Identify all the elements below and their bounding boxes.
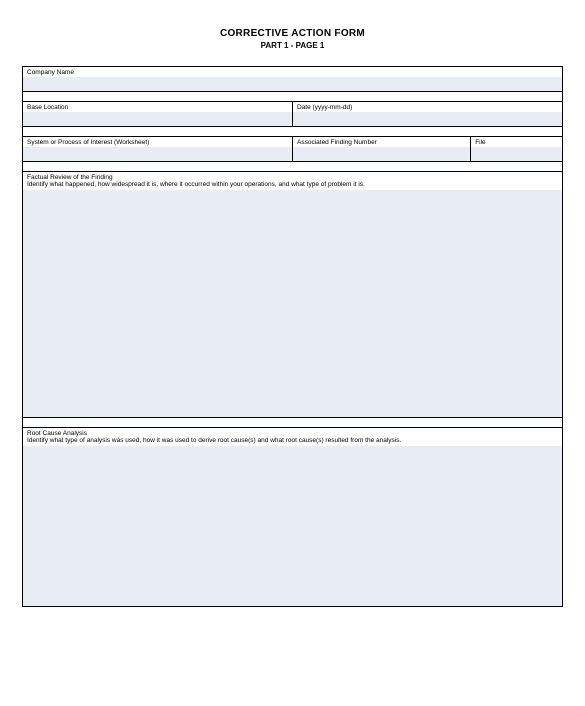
company-name-label: Company Name bbox=[23, 67, 562, 77]
factual-review-instruction: Identify what happened, how widespread i… bbox=[23, 181, 562, 190]
file-input[interactable] bbox=[471, 147, 562, 161]
form-header: CORRECTIVE ACTION FORM PART 1 - PAGE 1 bbox=[22, 28, 563, 50]
date-label: Date (yyyy-mm-dd) bbox=[293, 102, 562, 112]
system-process-input[interactable] bbox=[23, 147, 292, 161]
factual-review-textarea[interactable] bbox=[23, 190, 562, 417]
finding-number-label: Associated Finding Number bbox=[293, 137, 470, 147]
finding-number-input[interactable] bbox=[293, 147, 470, 161]
system-process-label: System or Process of Interest (Worksheet… bbox=[23, 137, 292, 147]
base-location-label: Base Location bbox=[23, 102, 292, 112]
corrective-action-form: Company Name Base Location Date (yyyy-mm… bbox=[22, 66, 563, 607]
root-cause-title: Root Cause Analysis bbox=[23, 428, 562, 437]
root-cause-instruction: Identify what type of analysis was used,… bbox=[23, 437, 562, 446]
date-input[interactable] bbox=[293, 112, 562, 126]
form-title: CORRECTIVE ACTION FORM bbox=[22, 28, 563, 39]
base-location-input[interactable] bbox=[23, 112, 292, 126]
factual-review-title: Factual Review of the Finding bbox=[23, 172, 562, 181]
form-subtitle: PART 1 - PAGE 1 bbox=[22, 41, 563, 50]
root-cause-textarea[interactable] bbox=[23, 446, 562, 606]
file-label: File bbox=[471, 137, 562, 147]
company-name-input[interactable] bbox=[23, 77, 562, 91]
